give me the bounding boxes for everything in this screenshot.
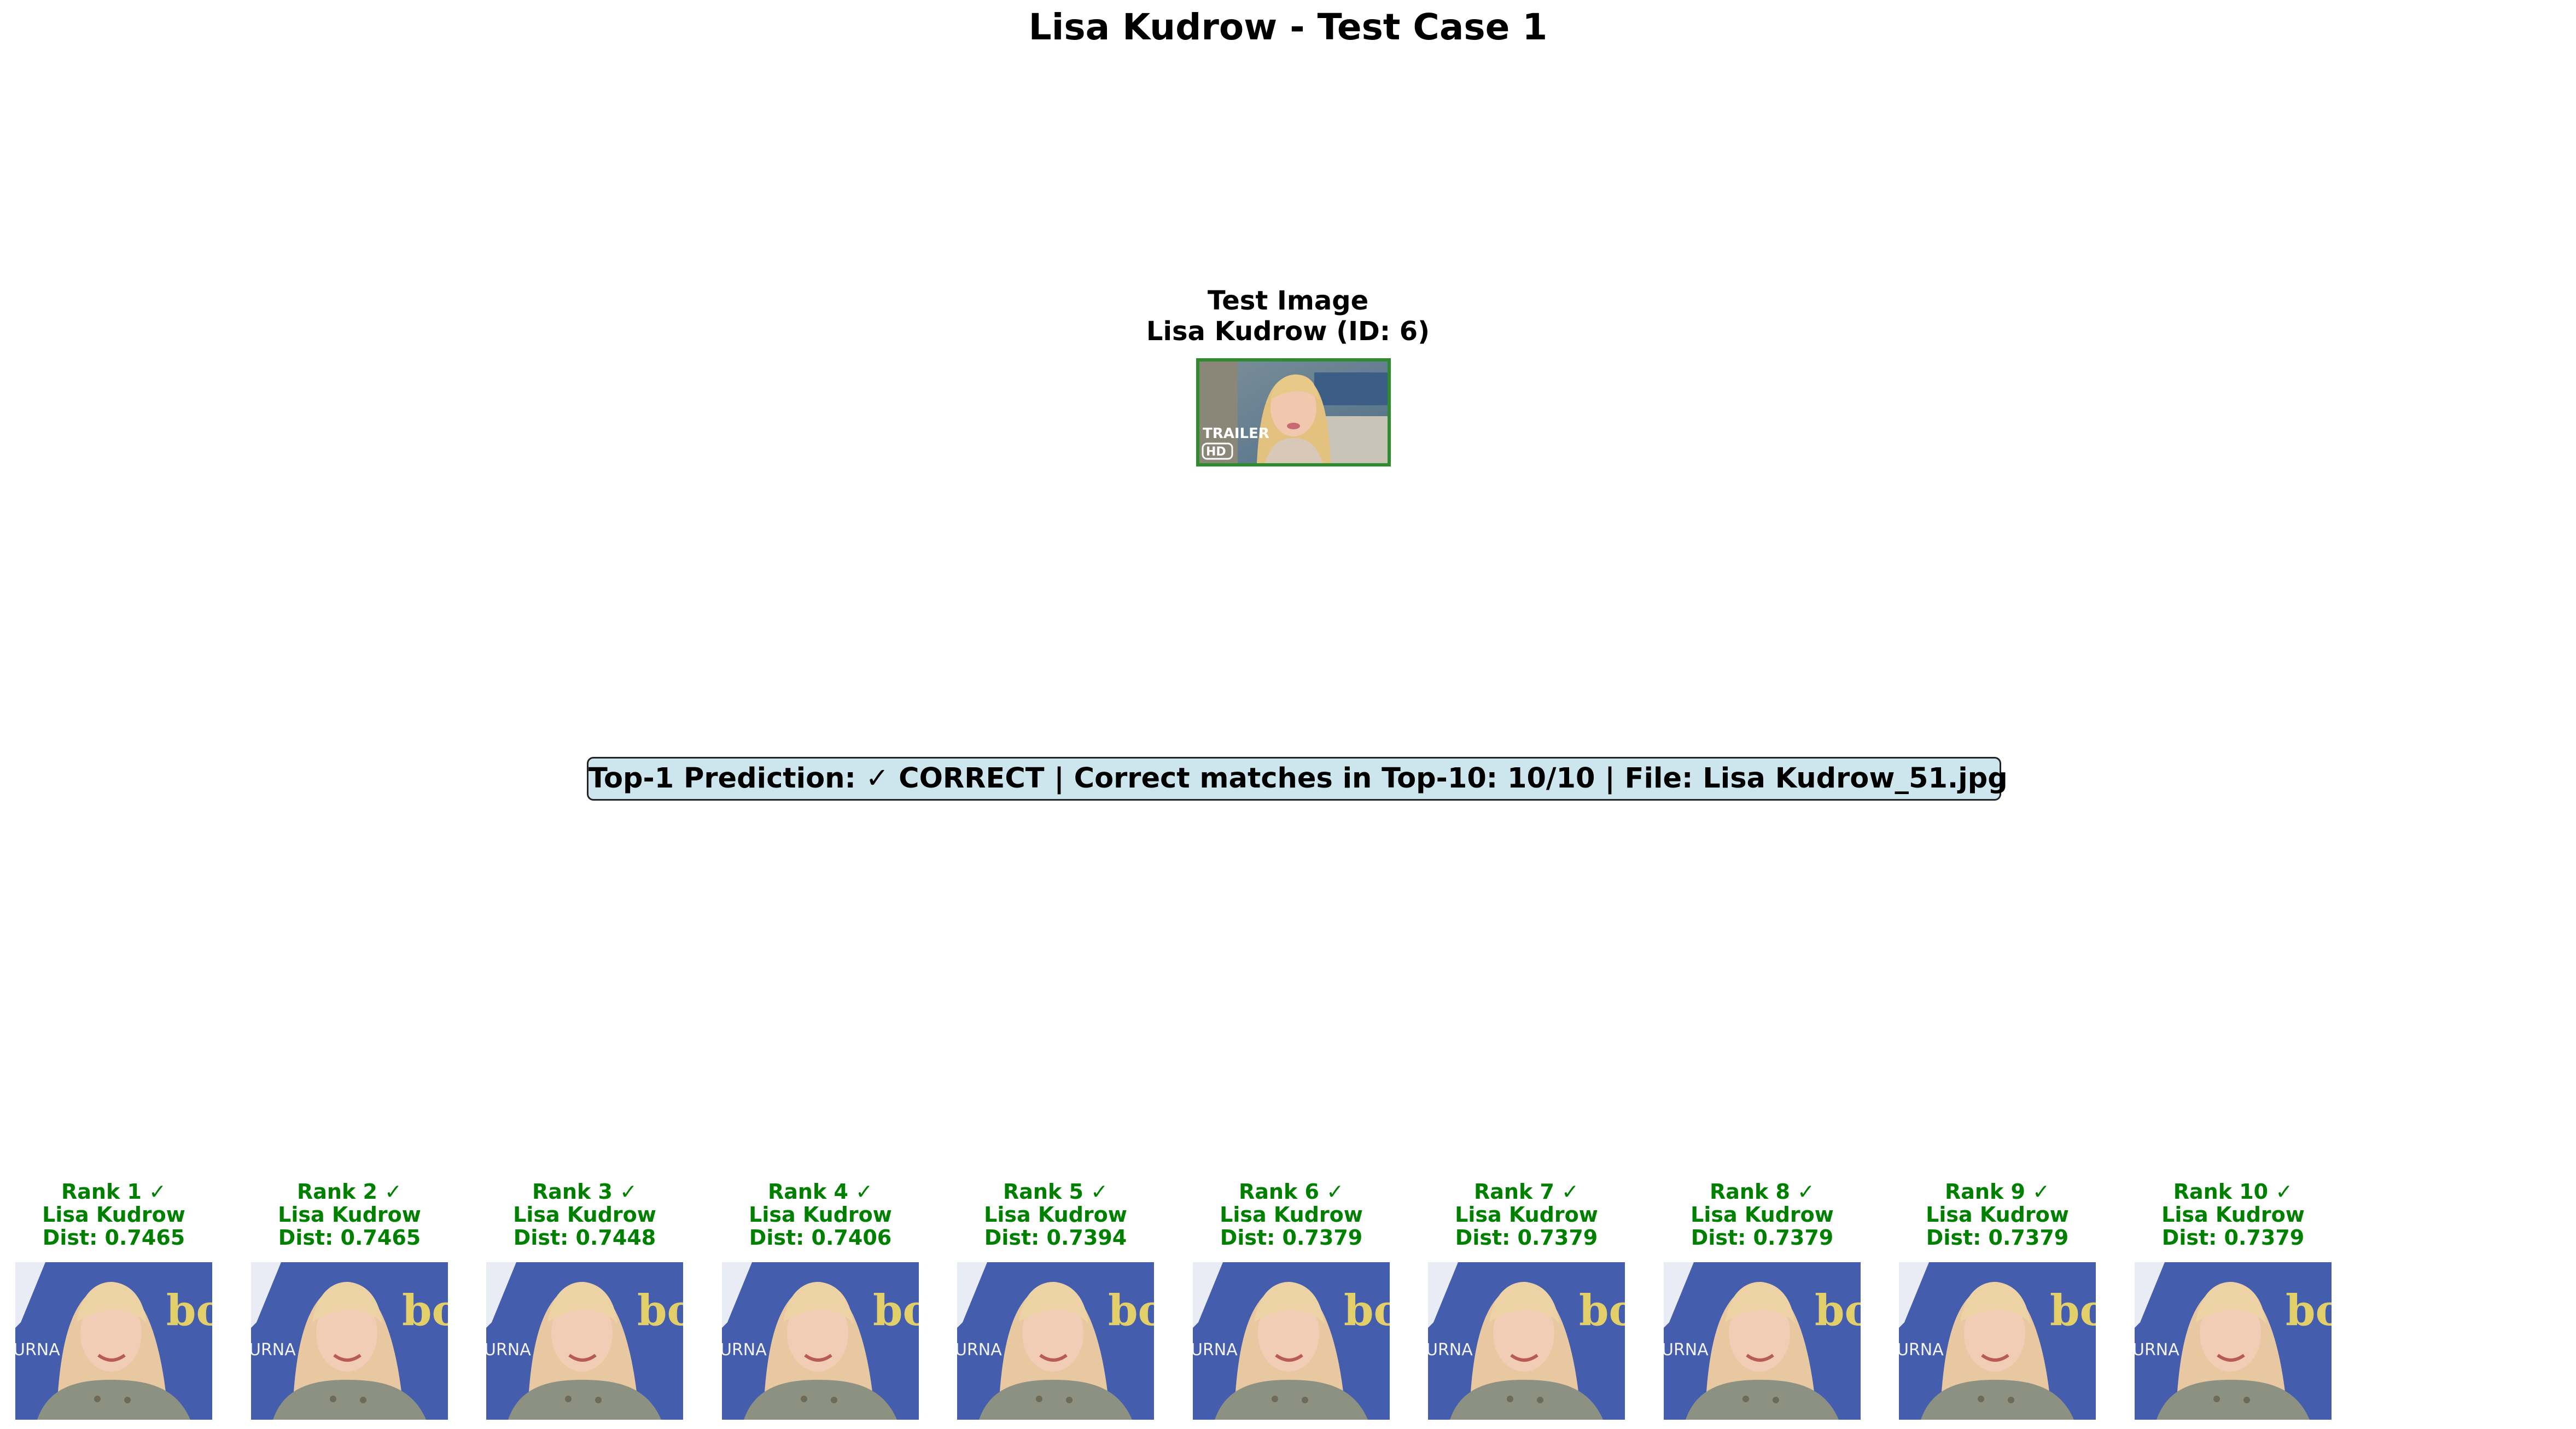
result-name: Lisa Kudrow — [749, 1203, 892, 1227]
result-caption: Rank 7 ✓ Lisa Kudrow Dist: 0.7379 — [1428, 1180, 1625, 1249]
result-distance: Dist: 0.7379 — [1691, 1226, 1834, 1250]
result-photo: URNA bo — [2135, 1262, 2332, 1420]
result-distance: Dist: 0.7465 — [278, 1226, 421, 1250]
backdrop-text-right: bo — [637, 1286, 683, 1335]
result-image: URNA bo — [486, 1262, 683, 1420]
result-image: URNA bo — [722, 1262, 919, 1420]
result-item-rank-5: Rank 5 ✓ Lisa Kudrow Dist: 0.7394 URNA b… — [957, 1180, 1154, 1420]
result-name: Lisa Kudrow — [1455, 1203, 1598, 1227]
result-distance: Dist: 0.7394 — [984, 1226, 1127, 1250]
result-rank: Rank 4 ✓ — [768, 1180, 873, 1204]
result-photo: URNA bo — [251, 1262, 448, 1420]
result-caption: Rank 6 ✓ Lisa Kudrow Dist: 0.7379 — [1193, 1180, 1390, 1249]
backdrop-text-right: bo — [1815, 1286, 1861, 1335]
result-name: Lisa Kudrow — [1691, 1203, 1834, 1227]
result-item-rank-3: Rank 3 ✓ Lisa Kudrow Dist: 0.7448 URNA b… — [486, 1180, 683, 1420]
result-item-rank-10: Rank 10 ✓ Lisa Kudrow Dist: 0.7379 URNA … — [2135, 1180, 2332, 1420]
result-distance: Dist: 0.7379 — [1926, 1226, 2069, 1250]
result-name: Lisa Kudrow — [1926, 1203, 2069, 1227]
result-photo: URNA bo — [1899, 1262, 2096, 1420]
result-image: URNA bo — [1664, 1262, 1861, 1420]
result-caption: Rank 2 ✓ Lisa Kudrow Dist: 0.7465 — [251, 1180, 448, 1249]
result-image: URNA bo — [1899, 1262, 2096, 1420]
summary-box: Top-1 Prediction: ✓ CORRECT | Correct ma… — [587, 757, 2008, 801]
test-image-caption: Test Image Lisa Kudrow (ID: 6) — [1015, 285, 1561, 347]
backdrop-text-right: bo — [166, 1286, 212, 1335]
result-item-rank-6: Rank 6 ✓ Lisa Kudrow Dist: 0.7379 URNA b… — [1193, 1180, 1390, 1420]
result-photo: URNA bo — [957, 1262, 1154, 1420]
result-distance: Dist: 0.7465 — [42, 1226, 185, 1250]
backdrop-text-right: bo — [402, 1286, 448, 1335]
result-photo: URNA bo — [15, 1262, 212, 1420]
result-image: URNA bo — [957, 1262, 1154, 1420]
trailer-label: TRAILER — [1203, 425, 1269, 442]
backdrop-text-left: URNA — [1664, 1340, 1709, 1360]
result-caption: Rank 10 ✓ Lisa Kudrow Dist: 0.7379 — [2135, 1180, 2332, 1249]
result-rank: Rank 2 ✓ — [297, 1180, 402, 1204]
result-rank: Rank 8 ✓ — [1710, 1180, 1815, 1204]
result-caption: Rank 1 ✓ Lisa Kudrow Dist: 0.7465 — [15, 1180, 212, 1249]
backdrop-text-left: URNA — [15, 1340, 60, 1360]
result-image: URNA bo — [1193, 1262, 1390, 1420]
result-caption: Rank 5 ✓ Lisa Kudrow Dist: 0.7394 — [957, 1180, 1154, 1249]
result-distance: Dist: 0.7379 — [1220, 1226, 1363, 1250]
backdrop-text-right: bo — [2050, 1286, 2096, 1335]
result-image: URNA bo — [2135, 1262, 2332, 1420]
result-rank: Rank 5 ✓ — [1003, 1180, 1108, 1204]
backdrop-text-right: bo — [1579, 1286, 1625, 1335]
result-caption: Rank 8 ✓ Lisa Kudrow Dist: 0.7379 — [1664, 1180, 1861, 1249]
test-image-photo: TRAILER HD — [1199, 361, 1388, 463]
result-rank: Rank 7 ✓ — [1474, 1180, 1579, 1204]
backdrop-text-right: bo — [1108, 1286, 1154, 1335]
backdrop-text-right: bo — [873, 1286, 919, 1335]
result-distance: Dist: 0.7406 — [749, 1226, 892, 1250]
result-caption: Rank 4 ✓ Lisa Kudrow Dist: 0.7406 — [722, 1180, 919, 1249]
result-image: URNA bo — [1428, 1262, 1625, 1420]
backdrop-text-left: URNA — [722, 1340, 767, 1360]
result-name: Lisa Kudrow — [42, 1203, 185, 1227]
result-image: URNA bo — [251, 1262, 448, 1420]
hd-label: HD — [1206, 445, 1226, 459]
backdrop-text-left: URNA — [1428, 1340, 1473, 1360]
result-name: Lisa Kudrow — [984, 1203, 1127, 1227]
backdrop-text-left: URNA — [1899, 1340, 1944, 1360]
result-photo: URNA bo — [486, 1262, 683, 1420]
backdrop-text-left: URNA — [957, 1340, 1002, 1360]
result-name: Lisa Kudrow — [513, 1203, 656, 1227]
result-photo: URNA bo — [1428, 1262, 1625, 1420]
result-image: URNA bo — [15, 1262, 212, 1420]
result-name: Lisa Kudrow — [278, 1203, 421, 1227]
result-rank: Rank 6 ✓ — [1239, 1180, 1344, 1204]
result-rank: Rank 1 ✓ — [61, 1180, 166, 1204]
result-name: Lisa Kudrow — [2161, 1203, 2305, 1227]
test-image: TRAILER HD — [1196, 358, 1391, 466]
backdrop-text-left: URNA — [251, 1340, 296, 1360]
result-item-rank-7: Rank 7 ✓ Lisa Kudrow Dist: 0.7379 URNA b… — [1428, 1180, 1625, 1420]
result-item-rank-1: Rank 1 ✓ Lisa Kudrow Dist: 0.7465 URNA b… — [15, 1180, 212, 1420]
result-caption: Rank 9 ✓ Lisa Kudrow Dist: 0.7379 — [1899, 1180, 2096, 1249]
result-photo: URNA bo — [722, 1262, 919, 1420]
backdrop-text-left: URNA — [2135, 1340, 2179, 1360]
backdrop-text-right: bo — [1344, 1286, 1390, 1335]
test-image-identity: Lisa Kudrow (ID: 6) — [1146, 316, 1430, 347]
result-item-rank-8: Rank 8 ✓ Lisa Kudrow Dist: 0.7379 URNA b… — [1664, 1180, 1861, 1420]
result-name: Lisa Kudrow — [1220, 1203, 1363, 1227]
result-item-rank-9: Rank 9 ✓ Lisa Kudrow Dist: 0.7379 URNA b… — [1899, 1180, 2096, 1420]
test-image-heading: Test Image — [1207, 285, 1369, 316]
result-rank: Rank 3 ✓ — [532, 1180, 637, 1204]
result-rank: Rank 9 ✓ — [1945, 1180, 2050, 1204]
result-rank: Rank 10 ✓ — [2173, 1180, 2293, 1204]
backdrop-text-left: URNA — [486, 1340, 531, 1360]
backdrop-text-left: URNA — [1193, 1340, 1238, 1360]
result-item-rank-4: Rank 4 ✓ Lisa Kudrow Dist: 0.7406 URNA b… — [722, 1180, 919, 1420]
result-distance: Dist: 0.7448 — [513, 1226, 656, 1250]
figure-title: Lisa Kudrow - Test Case 1 — [1028, 6, 1548, 48]
result-distance: Dist: 0.7379 — [1455, 1226, 1598, 1250]
backdrop-text-right: bo — [2286, 1286, 2332, 1335]
result-caption: Rank 3 ✓ Lisa Kudrow Dist: 0.7448 — [486, 1180, 683, 1249]
result-photo: URNA bo — [1664, 1262, 1861, 1420]
result-item-rank-2: Rank 2 ✓ Lisa Kudrow Dist: 0.7465 URNA b… — [251, 1180, 448, 1420]
result-photo: URNA bo — [1193, 1262, 1390, 1420]
result-distance: Dist: 0.7379 — [2161, 1226, 2305, 1250]
